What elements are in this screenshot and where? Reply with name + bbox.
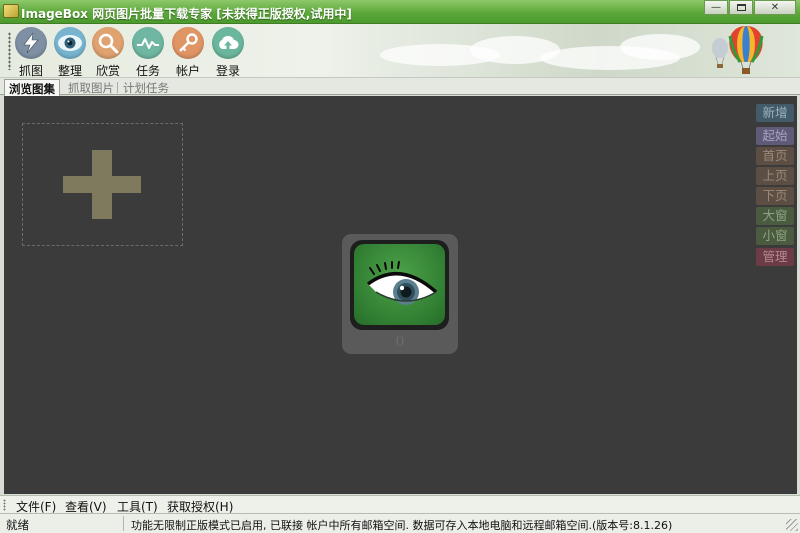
side-button-manage[interactable]: 管理 [756,248,794,266]
tab-grab-images[interactable]: 抓取图片 [64,79,118,96]
eye-icon [54,27,86,59]
menu-grip [3,499,6,511]
side-button-label: 管理 [762,249,788,264]
side-button-label: 新增 [762,105,788,120]
tool-organize[interactable]: 整理 [51,27,89,78]
tab-label: 抓取图片 [68,81,114,95]
eye-icon [366,261,438,305]
side-button-start[interactable]: 起始 [756,127,794,145]
side-button-small-window[interactable]: 小窗 [756,227,794,245]
tool-account[interactable]: 帐户 [169,27,207,78]
tab-label: 浏览图集 [9,82,55,96]
app-icon [3,4,19,18]
window-controls: — ✕ [703,0,796,15]
minimize-icon: — [711,2,721,13]
add-album-button[interactable] [22,123,183,246]
side-button-large-window[interactable]: 大窗 [756,207,794,225]
close-button[interactable]: ✕ [754,0,796,15]
magnifier-icon [92,27,124,59]
minimize-button[interactable]: — [704,0,728,15]
side-button-label: 首页 [762,148,788,163]
close-icon: ✕ [770,2,780,13]
maximize-button[interactable] [729,0,753,15]
title-bar: ImageBox 网页图片批量下载专家 [未获得正版授权,试用中] — ✕ [0,0,800,24]
toolbar-grip [8,32,11,70]
status-state: 就绪 [6,518,29,532]
album-card[interactable]: 0 [342,234,458,354]
resize-grip[interactable] [786,519,798,531]
side-button-label: 起始 [762,128,788,143]
tab-scheduled-tasks[interactable]: 计划任务 [119,79,173,96]
album-canvas: 0 新增 起始 首页 上页 下页 大窗 小窗 管理 [4,96,797,494]
side-button-prev-page[interactable]: 上页 [756,167,794,185]
side-button-label: 上页 [762,168,788,183]
tab-separator [117,82,118,93]
side-button-new[interactable]: 新增 [756,104,794,122]
tool-tasks[interactable]: 任务 [129,27,167,78]
cloud-upload-icon [212,27,244,59]
lightning-icon [15,27,47,59]
window-title: ImageBox 网页图片批量下载专家 [未获得正版授权,试用中] [21,7,352,21]
side-button-label: 下页 [762,188,788,203]
tab-browse-albums[interactable]: 浏览图集 [4,79,60,96]
key-icon [172,27,204,59]
tab-bar: 浏览图集 抓取图片 计划任务 [0,77,800,96]
pulse-icon [132,27,164,59]
maximize-icon [736,4,746,11]
side-button-label: 大窗 [762,208,788,223]
tool-grab[interactable]: 抓图 [12,27,50,78]
status-message: 功能无限制正版模式已启用, 已联接 帐户中所有邮箱空间. 数据可存入本地电脑和远… [131,519,673,532]
side-button-first-page[interactable]: 首页 [756,147,794,165]
status-divider [123,516,124,531]
hot-air-balloon-logo [712,26,764,74]
tool-appreciate[interactable]: 欣赏 [89,27,127,78]
album-image-count: 0 [395,334,405,350]
menu-bar: 文件(F) 查看(V) 工具(T) 获取授权(H) [0,495,800,514]
tool-login[interactable]: 登录 [209,27,247,78]
side-button-next-page[interactable]: 下页 [756,187,794,205]
status-bar: 就绪 功能无限制正版模式已启用, 已联接 帐户中所有邮箱空间. 数据可存入本地电… [0,513,800,533]
tab-label: 计划任务 [123,81,169,95]
album-thumbnail [350,240,449,330]
toolbar: 抓图 整理 欣赏 任务 帐户 登录 [0,24,800,78]
side-button-label: 小窗 [762,228,788,243]
